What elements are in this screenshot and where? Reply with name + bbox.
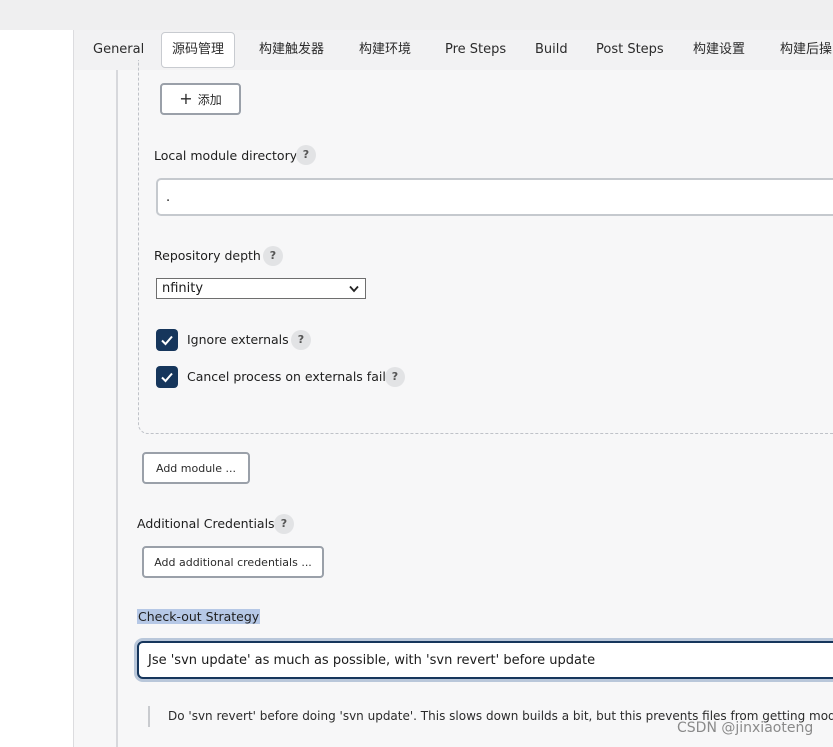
- repository-depth-value: nfinity: [162, 281, 204, 296]
- ignore-externals-checkbox[interactable]: [156, 329, 178, 351]
- help-icon[interactable]: ?: [291, 330, 311, 350]
- check-icon: [161, 372, 173, 383]
- additional-credentials-label: Additional Credentials: [137, 516, 275, 531]
- repository-depth-label: Repository depth: [154, 248, 261, 263]
- plus-icon: +: [179, 89, 193, 108]
- add-credentials-button[interactable]: Add additional credentials ...: [142, 546, 324, 578]
- add-button[interactable]: + 添加: [160, 83, 241, 115]
- help-icon[interactable]: ?: [385, 367, 405, 387]
- local-module-directory-input[interactable]: .: [156, 178, 833, 216]
- add-module-button[interactable]: Add module ...: [142, 452, 250, 484]
- help-icon[interactable]: ?: [263, 246, 283, 266]
- help-icon[interactable]: ?: [296, 145, 316, 165]
- description-bar: [148, 706, 150, 727]
- local-module-directory-label: Local module directory: [154, 148, 298, 163]
- repository-depth-select[interactable]: nfinity: [156, 278, 366, 299]
- tab-general[interactable]: General: [93, 30, 144, 70]
- chevron-down-icon: [349, 285, 359, 293]
- left-side-panel: [0, 30, 74, 747]
- check-icon: [161, 335, 173, 346]
- watermark: CSDN @jinxiaoteng: [677, 720, 814, 736]
- cancel-process-checkbox[interactable]: [156, 366, 178, 388]
- top-bar: [0, 0, 833, 30]
- section-rail: [116, 70, 118, 747]
- ignore-externals-label[interactable]: Ignore externals: [187, 332, 289, 347]
- cancel-process-label[interactable]: Cancel process on externals fail: [187, 369, 386, 384]
- checkout-strategy-select[interactable]: Jse 'svn update' as much as possible, wi…: [137, 641, 833, 679]
- help-icon[interactable]: ?: [274, 514, 294, 534]
- add-button-label: 添加: [197, 92, 222, 107]
- checkout-strategy-label: Check-out Strategy: [137, 609, 261, 624]
